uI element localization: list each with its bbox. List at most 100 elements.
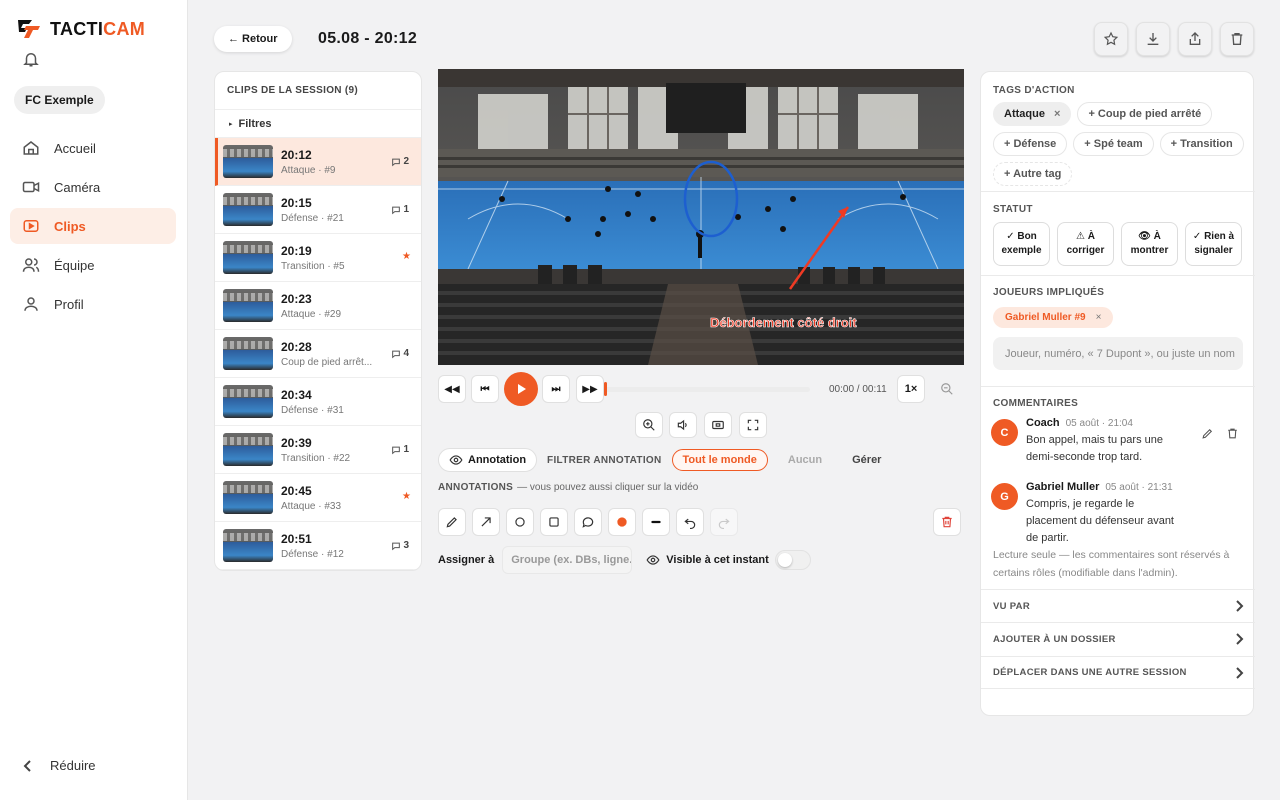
status-to-fix[interactable]: ⚠ À corriger: [1057, 222, 1114, 266]
share-button[interactable]: [1178, 22, 1212, 56]
tag-selected[interactable]: Attaque ×: [993, 102, 1072, 126]
delete-clip-button[interactable]: [1220, 22, 1254, 56]
arrow-tool[interactable]: [472, 508, 500, 536]
previous-clip-button[interactable]: ⏮: [471, 375, 499, 403]
fast-forward-button[interactable]: ▶▶: [576, 375, 604, 403]
color-picker[interactable]: [608, 508, 636, 536]
picture-in-picture-button[interactable]: [704, 412, 732, 438]
status-options: ✓ Bon exemple ⚠ À corriger 👁 À montrer ✓ Ri…: [993, 222, 1242, 266]
club-selector[interactable]: FC Exemple: [14, 86, 105, 114]
remove-tag-icon[interactable]: ×: [1054, 108, 1060, 120]
nav-item-profil[interactable]: Profil: [10, 286, 176, 322]
nav-item-accueil[interactable]: Accueil: [10, 130, 176, 166]
tag-option[interactable]: + Spé team: [1073, 132, 1154, 156]
status-good-example[interactable]: ✓ Bon exemple: [993, 222, 1050, 266]
undo-button[interactable]: [676, 508, 704, 536]
status-line: ✓ Rien à: [1192, 231, 1235, 242]
fullscreen-button[interactable]: [739, 412, 767, 438]
remove-player-icon[interactable]: ×: [1096, 312, 1102, 323]
zoom-out-icon[interactable]: [940, 382, 954, 401]
play-button[interactable]: [504, 372, 538, 406]
annotation-toggle[interactable]: Annotation: [438, 448, 538, 472]
rectangle-tool[interactable]: [540, 508, 568, 536]
visible-now-toggle[interactable]: [774, 550, 811, 570]
nav-item-camera[interactable]: Caméra: [10, 169, 176, 205]
chevron-right-icon: [1236, 666, 1244, 679]
clip-time: 20:34: [281, 387, 312, 402]
divider: [981, 275, 1255, 276]
clip-thumbnail: [223, 193, 273, 226]
nav-item-clips[interactable]: Clips: [10, 208, 176, 244]
clip-row[interactable]: 20:28 Coup de pied arrêt... 4: [215, 330, 421, 378]
stroke-width-picker[interactable]: [642, 508, 670, 536]
play-icon: [518, 384, 526, 394]
clip-row[interactable]: 20:12 Attaque · #9 2: [215, 138, 421, 186]
tags-title: TAGS D'ACTION: [993, 85, 1075, 96]
arrow-icon: [481, 517, 491, 527]
clip-row[interactable]: 20:45 Attaque · #33 ★: [215, 474, 421, 522]
delete-annotations-button[interactable]: [933, 508, 961, 536]
tag-option[interactable]: + Coup de pied arrêté: [1077, 102, 1213, 126]
clip-row[interactable]: 20:19 Transition · #5 ★: [215, 234, 421, 282]
rewind-button[interactable]: ◀◀: [438, 375, 466, 403]
video-annotation-text[interactable]: Débordement côté droit: [710, 315, 858, 331]
edit-icon[interactable]: [1201, 427, 1214, 440]
nav-label: Caméra: [54, 179, 101, 195]
player-search-input[interactable]: Joueur, numéro, « 7 Dupont », ou juste u…: [993, 337, 1243, 370]
comment-author: Gabriel Muller: [1026, 481, 1100, 493]
clip-row[interactable]: 20:51 Défense · #12 3: [215, 522, 421, 570]
player-chip[interactable]: Gabriel Muller #9 ×: [993, 307, 1114, 328]
status-to-show[interactable]: 👁 À montrer: [1121, 222, 1178, 266]
speed-button[interactable]: 1×: [897, 375, 925, 403]
tag-option[interactable]: + Transition: [1159, 132, 1244, 156]
bell-icon[interactable]: [22, 50, 40, 68]
seen-by-row[interactable]: VU PAR: [981, 589, 1255, 622]
text-bubble-tool[interactable]: [574, 508, 602, 536]
pen-tool[interactable]: [438, 508, 466, 536]
clip-row[interactable]: 20:23 Attaque · #29: [215, 282, 421, 330]
move-session-row[interactable]: DÉPLACER DANS UNE AUTRE SESSION: [981, 656, 1255, 689]
visible-now-label: Visible à cet instant: [666, 554, 769, 566]
filters-label: Filtres: [238, 117, 272, 130]
app-logo[interactable]: TACTICAM: [16, 18, 145, 40]
volume-button[interactable]: [669, 412, 697, 438]
clip-row[interactable]: 20:39 Transition · #22 1: [215, 426, 421, 474]
filter-manage-button[interactable]: Gérer: [842, 450, 891, 470]
filters-toggle[interactable]: ▸ Filtres: [215, 110, 421, 138]
zoom-in-button[interactable]: [635, 412, 663, 438]
filter-everyone-button[interactable]: Tout le monde: [671, 449, 768, 471]
favorite-button[interactable]: [1094, 22, 1128, 56]
clip-row[interactable]: 20:15 Défense · #21 1: [215, 186, 421, 234]
comment-date: 05 août · 21:31: [1105, 482, 1173, 493]
avatar: G: [991, 483, 1018, 510]
add-custom-tag-button[interactable]: + Autre tag: [993, 162, 1073, 186]
nav-label: Clips: [54, 218, 86, 234]
status-nothing[interactable]: ✓ Rien à signaler: [1185, 222, 1242, 266]
nav-label: Équipe: [54, 257, 95, 273]
clip-row[interactable]: 20:34 Défense · #31: [215, 378, 421, 426]
tag-option[interactable]: + Défense: [993, 132, 1068, 156]
camera-icon: [22, 181, 40, 193]
chevron-right-icon: [1236, 633, 1244, 645]
add-to-folder-row[interactable]: AJOUTER À UN DOSSIER: [981, 622, 1255, 655]
filter-none-button[interactable]: Aucun: [778, 450, 832, 470]
trash-icon[interactable]: [1226, 427, 1239, 440]
circle-tool[interactable]: [506, 508, 534, 536]
clip-subtitle: Attaque · #29: [281, 308, 342, 320]
fast-forward-icon: ▶▶: [582, 383, 598, 395]
timeline-scrubber[interactable]: [604, 382, 810, 396]
fullscreen-icon: [747, 419, 759, 431]
eye-icon: [646, 555, 660, 565]
download-button[interactable]: [1136, 22, 1170, 56]
details-panel: TAGS D'ACTION Attaque × + Coup de pied a…: [980, 71, 1255, 716]
clip-subtitle: Attaque · #33: [281, 500, 342, 512]
back-button[interactable]: ← Retour: [214, 26, 292, 52]
redo-button[interactable]: [710, 508, 738, 536]
sidebar: TACTICAM FC Exemple Accueil Caméra Clips…: [0, 0, 188, 800]
video-player[interactable]: Débordement côté droit: [438, 69, 964, 365]
collapse-sidebar-button[interactable]: Réduire: [22, 758, 96, 773]
clip-subtitle: Défense · #31: [281, 404, 344, 416]
next-clip-button[interactable]: ⏭: [542, 375, 570, 403]
assign-group-input[interactable]: Groupe (ex. DBs, ligne...): [502, 546, 633, 574]
nav-item-equipe[interactable]: Équipe: [10, 247, 176, 283]
